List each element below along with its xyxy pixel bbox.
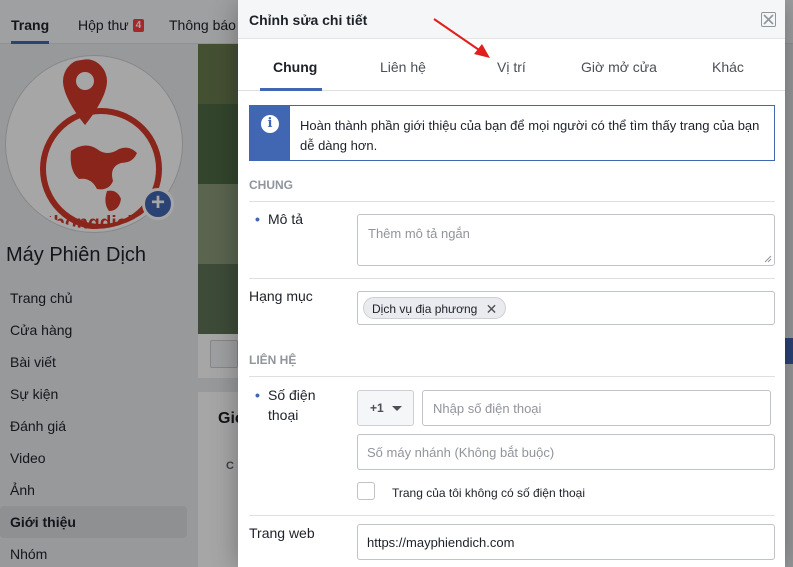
active-tab-indicator bbox=[260, 88, 322, 91]
description-label-text: Mô tả bbox=[268, 211, 304, 227]
chevron-down-icon bbox=[392, 406, 402, 411]
phone-extension-input[interactable]: Số máy nhánh (Không bắt buộc) bbox=[357, 434, 775, 470]
description-placeholder: Thêm mô tả ngắn bbox=[368, 226, 470, 241]
divider bbox=[249, 376, 775, 377]
phone-label: • Số điện thoại bbox=[249, 385, 315, 425]
tab-location[interactable]: Vị trí bbox=[497, 39, 526, 91]
tab-hours[interactable]: Giờ mở cửa bbox=[581, 39, 657, 91]
info-banner-strip: i bbox=[250, 106, 290, 160]
country-code-value: +1 bbox=[370, 401, 384, 415]
dialog-title: Chỉnh sửa chi tiết bbox=[249, 12, 368, 28]
remove-category-icon[interactable]: ✕ bbox=[486, 298, 498, 320]
phone-label-line1: Số điện bbox=[268, 387, 316, 403]
no-phone-label[interactable]: Trang của tôi không có số điện thoại bbox=[392, 486, 585, 500]
category-chip: Dịch vụ địa phương ✕ bbox=[363, 297, 507, 320]
section-heading-contact: LIÊN HỆ bbox=[249, 353, 297, 367]
category-chip-label: Dịch vụ địa phương bbox=[372, 302, 478, 316]
info-banner-text: Hoàn thành phần giới thiệu của bạn để mọ… bbox=[300, 118, 760, 153]
resize-grip-icon[interactable] bbox=[763, 254, 772, 263]
dialog-header: Chỉnh sửa chi tiết bbox=[238, 0, 785, 39]
section-heading-general: CHUNG bbox=[249, 178, 293, 192]
info-banner: i Hoàn thành phần giới thiệu của bạn để … bbox=[249, 105, 775, 161]
website-input[interactable]: https://mayphiendich.com bbox=[357, 524, 775, 560]
website-value: https://mayphiendich.com bbox=[367, 535, 515, 550]
phone-label-line2: thoại bbox=[268, 407, 299, 423]
country-code-dropdown[interactable]: +1 bbox=[357, 390, 414, 426]
extension-placeholder: Số máy nhánh (Không bắt buộc) bbox=[367, 445, 555, 460]
tab-contact[interactable]: Liên hệ bbox=[380, 39, 426, 91]
tab-general[interactable]: Chung bbox=[273, 39, 317, 91]
category-label: Hạng mục bbox=[249, 288, 313, 304]
divider bbox=[249, 278, 775, 279]
divider bbox=[249, 515, 775, 516]
phone-input[interactable]: Nhập số điện thoại bbox=[422, 390, 771, 426]
info-icon: i bbox=[261, 115, 279, 133]
close-button[interactable] bbox=[761, 12, 776, 27]
required-dot: • bbox=[255, 387, 260, 403]
close-icon bbox=[763, 14, 774, 25]
tab-other[interactable]: Khác bbox=[712, 39, 744, 91]
dialog-tabs: Chung Liên hệ Vị trí Giờ mở cửa Khác bbox=[238, 39, 785, 91]
description-textarea[interactable]: Thêm mô tả ngắn bbox=[357, 214, 775, 266]
required-dot: • bbox=[255, 211, 260, 227]
divider bbox=[249, 201, 775, 202]
no-phone-checkbox[interactable] bbox=[357, 482, 375, 500]
website-label: Trang web bbox=[249, 525, 315, 541]
category-input[interactable]: Dịch vụ địa phương ✕ bbox=[357, 291, 775, 325]
description-label: • Mô tả bbox=[249, 209, 303, 229]
edit-details-dialog: Chỉnh sửa chi tiết Chung Liên hệ Vị trí … bbox=[238, 0, 785, 567]
phone-placeholder: Nhập số điện thoại bbox=[433, 401, 542, 416]
